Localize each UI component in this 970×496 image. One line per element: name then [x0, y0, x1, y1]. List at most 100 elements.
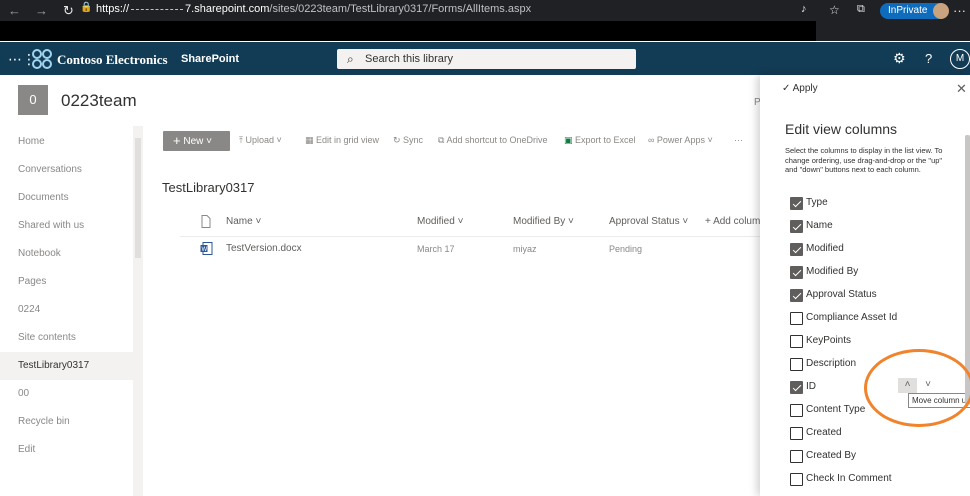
add-shortcut-label: Add shortcut to OneDrive [446, 135, 548, 145]
column-option-type[interactable]: Type [790, 196, 960, 213]
add-column-button[interactable]: + Add column [705, 216, 766, 227]
nav-item-testlibrary0317[interactable]: TestLibrary0317 [0, 352, 133, 380]
profile-avatar-icon [933, 3, 950, 19]
column-option-label: KeyPoints [806, 335, 852, 346]
checkbox-name[interactable] [790, 220, 803, 233]
new-button[interactable]: + New ˅ [163, 131, 230, 151]
panel-scrollbar[interactable] [965, 135, 970, 405]
move-up-tooltip: Move column up [908, 393, 970, 408]
checkbox-id[interactable] [790, 381, 803, 394]
search-icon: ⌕ [347, 52, 354, 66]
checkbox-approval-status[interactable] [790, 289, 803, 302]
sync-label: Sync [403, 135, 424, 145]
add-shortcut-button[interactable]: ⧉ Add shortcut to OneDrive [438, 135, 548, 146]
help-button[interactable]: ? [925, 51, 932, 66]
nav-item-notebook[interactable]: Notebook [0, 240, 133, 268]
site-logo[interactable]: 0 [18, 85, 48, 115]
column-option-check-in-comment[interactable]: Check In Comment [790, 472, 960, 489]
column-header-approval-status[interactable]: Approval Status ˅ [609, 216, 688, 227]
gear-icon[interactable]: ⚙ [893, 50, 906, 67]
chevron-down-icon: ˅ [925, 379, 931, 390]
edit-view-columns-panel: ✓ Apply ✕ Edit view columns Select the c… [760, 75, 970, 496]
column-option-modified-by[interactable]: Modified By [790, 265, 960, 282]
column-option-compliance-asset-id[interactable]: Compliance Asset Id [790, 311, 960, 328]
checkbox-created-by[interactable] [790, 450, 803, 463]
checkbox-created[interactable] [790, 427, 803, 440]
column-header-modified-by[interactable]: Modified By ˅ [513, 216, 574, 227]
file-type-header-icon[interactable] [201, 215, 211, 228]
nav-item-documents[interactable]: Documents [0, 184, 133, 212]
column-option-name[interactable]: Name [790, 219, 960, 236]
column-option-approval-status[interactable]: Approval Status [790, 288, 960, 305]
nav-item-home[interactable]: Home [0, 128, 133, 156]
column-option-created-by[interactable]: Created By [790, 449, 960, 466]
new-button-label: New [183, 136, 204, 147]
grid-view-button[interactable]: ▦ Edit in grid view [305, 135, 379, 146]
column-option-label: Type [806, 197, 828, 208]
move-up-button[interactable]: ˄ [898, 378, 917, 393]
nav-item-edit[interactable]: Edit [0, 436, 133, 464]
checkbox-compliance-asset-id[interactable] [790, 312, 803, 325]
plus-icon: + [173, 133, 181, 148]
redacted-url-part [131, 8, 184, 10]
search-placeholder: Search this library [365, 53, 454, 65]
checkbox-keypoints[interactable] [790, 335, 803, 348]
more-commands-button[interactable]: ··· [734, 135, 743, 145]
column-option-keypoints[interactable]: KeyPoints [790, 334, 960, 351]
cell-modified-by[interactable]: miyaz [513, 244, 537, 254]
sync-icon: ↻ [393, 135, 404, 145]
nav-item-site-contents[interactable]: Site contents [0, 324, 133, 352]
upload-button[interactable]: ⤒ Upload ˅ [239, 135, 282, 146]
search-input[interactable]: ⌕ Search this library [337, 49, 636, 69]
power-apps-button[interactable]: ∞ Power Apps ˅ [648, 135, 713, 145]
nav-item-conversations[interactable]: Conversations [0, 156, 133, 184]
refresh-icon[interactable]: ↻ [63, 3, 74, 19]
nav-item-pages[interactable]: Pages [0, 268, 133, 296]
upload-label: Upload [245, 135, 275, 145]
back-icon[interactable]: ← [8, 3, 21, 18]
nav-item-shared-with-us[interactable]: Shared with us [0, 212, 133, 240]
move-down-button[interactable]: ˅ [920, 378, 936, 393]
org-name[interactable]: Contoso Electronics [57, 52, 168, 68]
apply-button[interactable]: ✓ Apply [782, 83, 818, 94]
column-option-modified[interactable]: Modified [790, 242, 960, 259]
nav-item-00[interactable]: 00 [0, 380, 133, 408]
read-aloud-icon[interactable]: ♪ [801, 3, 807, 15]
export-excel-button[interactable]: ▣ Export to Excel [564, 135, 636, 146]
address-bar[interactable]: https:// 7.sharepoint.com/sites/0223team/… [96, 3, 531, 15]
checkbox-content-type[interactable] [790, 404, 803, 417]
app-name[interactable]: SharePoint [181, 53, 239, 65]
tab-strip [0, 21, 816, 41]
favorites-icon[interactable]: ☆ [829, 3, 840, 17]
browser-more-button[interactable]: ··· [953, 3, 966, 18]
nav-scrollbar[interactable] [133, 126, 143, 496]
checkbox-description[interactable] [790, 358, 803, 371]
checkbox-check-in-comment[interactable] [790, 473, 803, 486]
nav-scrollbar-thumb[interactable] [135, 138, 141, 258]
checkbox-modified[interactable] [790, 243, 803, 256]
inprivate-badge[interactable]: InPrivate [880, 3, 950, 19]
panel-title: Edit view columns [785, 121, 898, 137]
column-option-description[interactable]: Description [790, 357, 960, 374]
collections-icon[interactable]: ⧉ [857, 3, 865, 16]
column-header-modified[interactable]: Modified ˅ [417, 216, 463, 227]
export-excel-label: Export to Excel [575, 135, 636, 145]
column-header-name[interactable]: Name ˅ [226, 216, 261, 227]
close-icon[interactable]: ✕ [956, 81, 967, 97]
sync-button[interactable]: ↻ Sync [393, 135, 423, 146]
column-option-label: Modified By [806, 266, 859, 277]
nav-item-recycle-bin[interactable]: Recycle bin [0, 408, 133, 436]
account-avatar[interactable]: M [950, 49, 970, 69]
checkbox-modified-by[interactable] [790, 266, 803, 279]
url-path: /sites/0223team/TestLibrary0317/Forms/Al… [269, 3, 532, 15]
contoso-logo-icon [32, 49, 52, 69]
lock-icon: 🔒 [80, 2, 93, 13]
nav-item-0224[interactable]: 0224 [0, 296, 133, 324]
column-option-created[interactable]: Created [790, 426, 960, 443]
file-name-link[interactable]: TestVersion.docx [226, 243, 302, 254]
checkbox-type[interactable] [790, 197, 803, 210]
site-title[interactable]: 0223team [61, 91, 137, 111]
power-apps-label: Power Apps [656, 135, 705, 145]
forward-icon[interactable]: → [35, 3, 48, 18]
column-option-label: ID [806, 381, 816, 392]
